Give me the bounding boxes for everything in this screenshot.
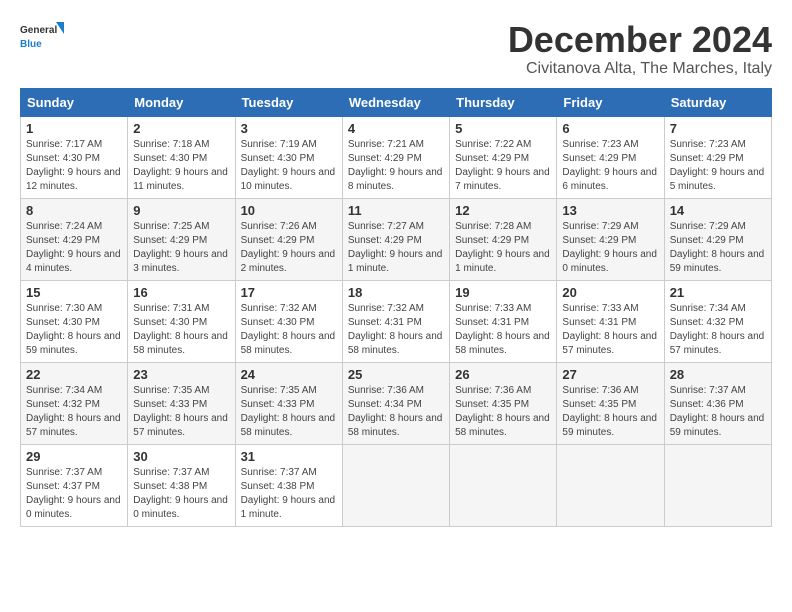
list-item: 19 Sunrise: 7:33 AM Sunset: 4:31 PM Dayl… [450,280,557,362]
title-section: December 2024 Civitanova Alta, The March… [508,20,772,78]
table-row: 29 Sunrise: 7:37 AM Sunset: 4:37 PM Dayl… [21,444,772,526]
list-item: 29 Sunrise: 7:37 AM Sunset: 4:37 PM Dayl… [21,444,128,526]
logo-icon: General Blue [20,20,70,55]
list-item: 3 Sunrise: 7:19 AM Sunset: 4:30 PM Dayli… [235,116,342,198]
header-friday: Friday [557,88,664,116]
logo: General Blue [20,20,70,55]
page-header: General Blue December 2024 Civitanova Al… [20,20,772,78]
table-row: 22 Sunrise: 7:34 AM Sunset: 4:32 PM Dayl… [21,362,772,444]
empty-cell [450,444,557,526]
list-item: 10 Sunrise: 7:26 AM Sunset: 4:29 PM Dayl… [235,198,342,280]
header-tuesday: Tuesday [235,88,342,116]
table-row: 15 Sunrise: 7:30 AM Sunset: 4:30 PM Dayl… [21,280,772,362]
list-item: 22 Sunrise: 7:34 AM Sunset: 4:32 PM Dayl… [21,362,128,444]
list-item: 16 Sunrise: 7:31 AM Sunset: 4:30 PM Dayl… [128,280,235,362]
list-item: 21 Sunrise: 7:34 AM Sunset: 4:32 PM Dayl… [664,280,771,362]
table-row: 8 Sunrise: 7:24 AM Sunset: 4:29 PM Dayli… [21,198,772,280]
list-item: 5 Sunrise: 7:22 AM Sunset: 4:29 PM Dayli… [450,116,557,198]
svg-text:Blue: Blue [20,39,42,50]
calendar-table: Sunday Monday Tuesday Wednesday Thursday… [20,88,772,527]
month-title: December 2024 [508,20,772,60]
empty-cell [342,444,449,526]
list-item: 23 Sunrise: 7:35 AM Sunset: 4:33 PM Dayl… [128,362,235,444]
svg-text:General: General [20,25,57,36]
list-item: 17 Sunrise: 7:32 AM Sunset: 4:30 PM Dayl… [235,280,342,362]
list-item: 28 Sunrise: 7:37 AM Sunset: 4:36 PM Dayl… [664,362,771,444]
list-item: 6 Sunrise: 7:23 AM Sunset: 4:29 PM Dayli… [557,116,664,198]
list-item: 13 Sunrise: 7:29 AM Sunset: 4:29 PM Dayl… [557,198,664,280]
list-item: 20 Sunrise: 7:33 AM Sunset: 4:31 PM Dayl… [557,280,664,362]
list-item: 7 Sunrise: 7:23 AM Sunset: 4:29 PM Dayli… [664,116,771,198]
empty-cell [557,444,664,526]
day-info: Sunrise: 7:17 AM Sunset: 4:30 PM Dayligh… [26,138,122,194]
list-item: 11 Sunrise: 7:27 AM Sunset: 4:29 PM Dayl… [342,198,449,280]
header-thursday: Thursday [450,88,557,116]
header-monday: Monday [128,88,235,116]
list-item: 1 Sunrise: 7:17 AM Sunset: 4:30 PM Dayli… [21,116,128,198]
list-item: 26 Sunrise: 7:36 AM Sunset: 4:35 PM Dayl… [450,362,557,444]
list-item: 25 Sunrise: 7:36 AM Sunset: 4:34 PM Dayl… [342,362,449,444]
list-item: 15 Sunrise: 7:30 AM Sunset: 4:30 PM Dayl… [21,280,128,362]
list-item: 4 Sunrise: 7:21 AM Sunset: 4:29 PM Dayli… [342,116,449,198]
empty-cell [664,444,771,526]
header-saturday: Saturday [664,88,771,116]
list-item: 2 Sunrise: 7:18 AM Sunset: 4:30 PM Dayli… [128,116,235,198]
header-wednesday: Wednesday [342,88,449,116]
list-item: 31 Sunrise: 7:37 AM Sunset: 4:38 PM Dayl… [235,444,342,526]
table-row: 1 Sunrise: 7:17 AM Sunset: 4:30 PM Dayli… [21,116,772,198]
day-number: 1 [26,121,122,136]
list-item: 27 Sunrise: 7:36 AM Sunset: 4:35 PM Dayl… [557,362,664,444]
header-sunday: Sunday [21,88,128,116]
list-item: 24 Sunrise: 7:35 AM Sunset: 4:33 PM Dayl… [235,362,342,444]
list-item: 14 Sunrise: 7:29 AM Sunset: 4:29 PM Dayl… [664,198,771,280]
location-title: Civitanova Alta, The Marches, Italy [508,60,772,78]
list-item: 30 Sunrise: 7:37 AM Sunset: 4:38 PM Dayl… [128,444,235,526]
list-item: 12 Sunrise: 7:28 AM Sunset: 4:29 PM Dayl… [450,198,557,280]
list-item: 8 Sunrise: 7:24 AM Sunset: 4:29 PM Dayli… [21,198,128,280]
header-row: Sunday Monday Tuesday Wednesday Thursday… [21,88,772,116]
list-item: 18 Sunrise: 7:32 AM Sunset: 4:31 PM Dayl… [342,280,449,362]
list-item: 9 Sunrise: 7:25 AM Sunset: 4:29 PM Dayli… [128,198,235,280]
